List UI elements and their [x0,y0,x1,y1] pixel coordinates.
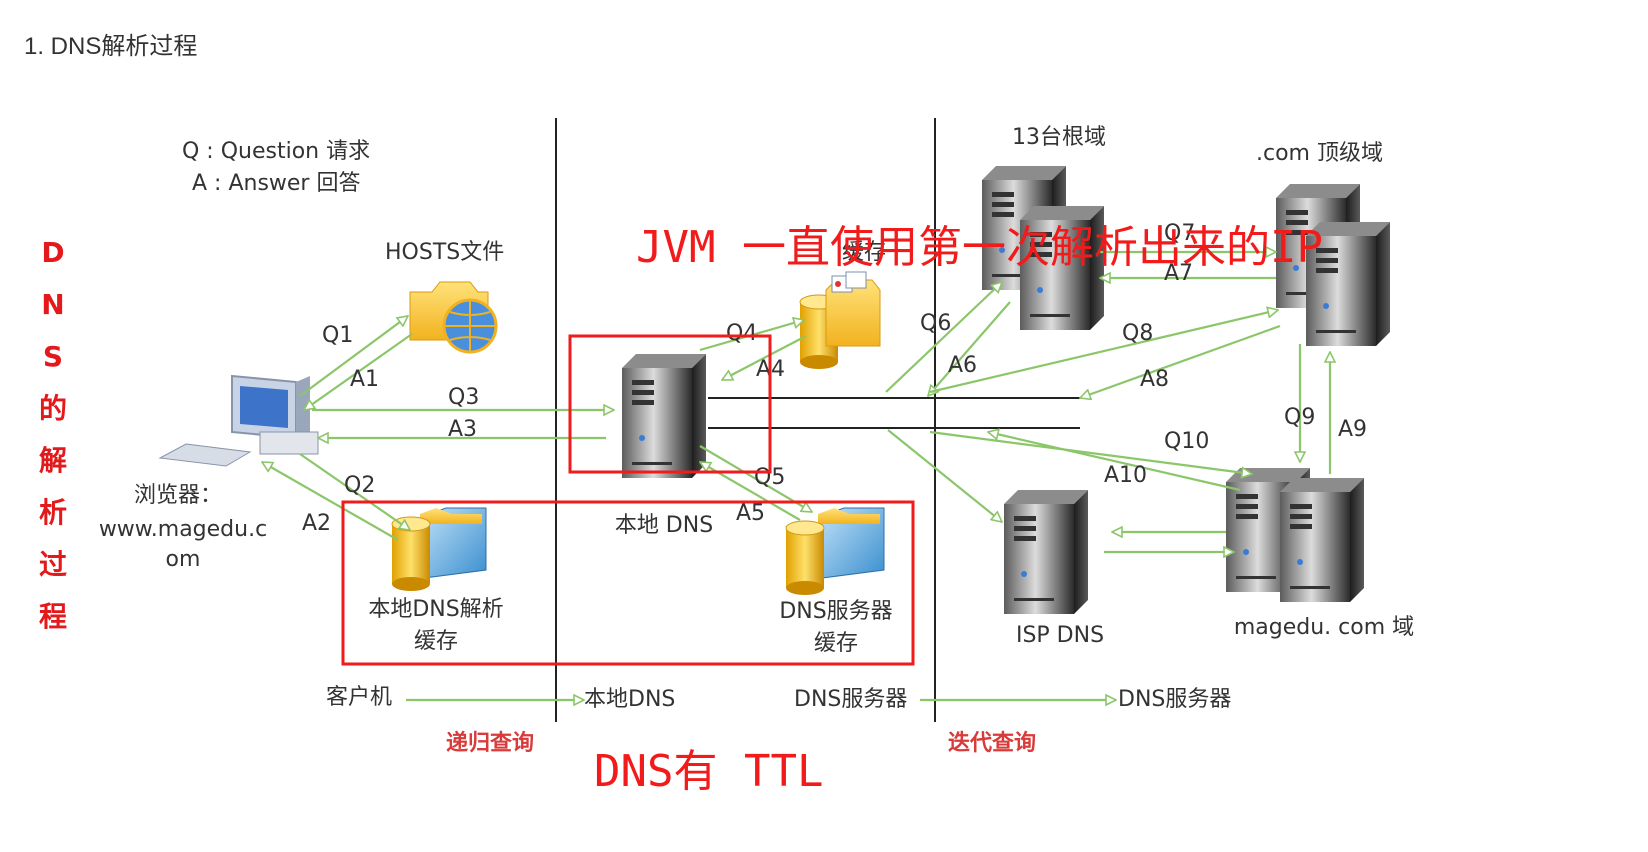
local-dns-server-icon [622,354,706,478]
ttl-annotation: DNS有 TTL [594,746,823,797]
isp-dns-label: ISP DNS [1016,623,1104,648]
arrow-label: Q10 [1164,429,1209,454]
bottom-dns-server-label: DNS服务器 [794,687,907,712]
hosts-label: HOSTS文件 [385,240,504,265]
legend-question: Q : Question 请求 [182,139,370,164]
side-title-char: 过 [39,548,67,581]
magedu-servers-icon [1226,468,1364,602]
browser-label: 浏览器： [134,483,222,508]
side-title-char: 的 [39,392,67,425]
server-cache-label-line1: DNS服务器 [779,599,892,624]
arrow-label: Q8 [1122,321,1153,346]
arrow-label: Q6 [920,311,951,336]
iterative-query-label: 迭代查询 [948,730,1036,756]
side-title-char: 析 [39,496,67,529]
arrow-label: A9 [1338,417,1367,442]
browser-url-line1: www.magedu.c [99,517,267,542]
bottom-client-label: 客户机 [326,685,392,710]
legend-answer: A : Answer 回答 [192,171,360,196]
local-dns-label: 本地 DNS [615,513,713,538]
arrow-label: Q2 [344,473,375,498]
arrow-label: A8 [1140,367,1169,392]
server-cache-label-line2: 缓存 [814,631,858,656]
magedu-label: magedu. com 域 [1234,615,1414,640]
arrow-label: A1 [350,367,379,392]
jvm-annotation: JVM 一直使用第一次解析出来的IP [636,222,1323,273]
root-label: 13台根域 [1012,125,1106,150]
dns-resolution-diagram: Q : Question 请求 A : Answer 回答 D N S 的 解 … [22,86,1432,806]
arrow-label: Q3 [448,385,479,410]
side-title-char: S [43,340,63,373]
isp-dns-server-icon [1004,490,1088,614]
local-cache-label-line2: 缓存 [414,629,458,654]
browser-url-line2: om [166,547,201,572]
arrow-label: Q9 [1284,405,1315,430]
side-title-char: D [41,236,64,269]
arrow-label: A2 [302,511,331,536]
arrow-label: Q1 [322,323,353,348]
side-title-char: 解 [39,444,67,477]
recursive-query-label: 递归查询 [446,730,534,756]
side-title-char: N [41,288,64,321]
arrow-label: Q4 [726,321,757,346]
arrow-label: A3 [448,417,477,442]
bottom-local-dns-label: 本地DNS [584,687,675,712]
com-label: .com 顶级域 [1256,141,1383,166]
side-title-char: 程 [39,600,67,633]
arrow-label: A6 [948,353,977,378]
local-cache-label-line1: 本地DNS解析 [368,597,503,622]
bottom-dns-server-target-label: DNS服务器 [1118,687,1231,712]
arrow-label: A5 [736,501,765,526]
arrow-label: A10 [1104,463,1147,488]
